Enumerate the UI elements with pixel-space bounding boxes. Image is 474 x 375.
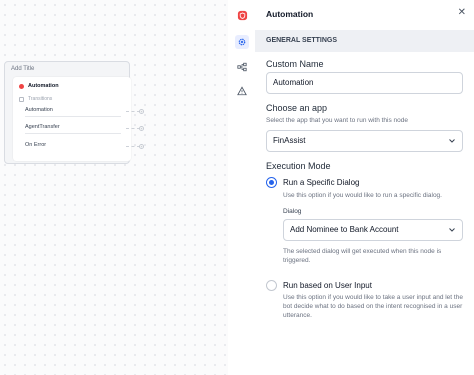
- execution-mode-label: Execution Mode: [266, 161, 331, 171]
- node-header: Automation: [19, 83, 59, 89]
- choose-app-help: Select the app that you want to run with…: [266, 117, 409, 124]
- transitions-header: Transitions: [19, 96, 52, 102]
- connector-line: [126, 128, 140, 129]
- section-header: GENERAL SETTINGS: [255, 30, 474, 52]
- dialog-help: The selected dialog will get executed wh…: [283, 248, 442, 264]
- gear-icon[interactable]: [235, 35, 249, 49]
- custom-name-input[interactable]: Automation: [266, 72, 463, 94]
- node-title[interactable]: Add Title: [11, 66, 34, 72]
- connector-line: [126, 146, 140, 147]
- connector-line: [126, 111, 140, 112]
- transitions-label: Transitions: [28, 96, 53, 102]
- dialog-select[interactable]: Add Nominee to Bank Account: [283, 219, 463, 241]
- transition-item-on-error[interactable]: On Error: [25, 142, 121, 151]
- dialog-select-value: Add Nominee to Bank Account: [290, 225, 399, 234]
- node-status-dot: [19, 83, 24, 89]
- app-select-value: FinAssist: [273, 136, 306, 145]
- dialog-label: Dialog: [283, 208, 302, 215]
- choose-app-label: Choose an app: [266, 103, 328, 113]
- option-specific-dialog-label: Run a Specific Dialog: [283, 178, 360, 187]
- flow-canvas[interactable]: Add Title Automation Transitions Automat…: [0, 0, 228, 375]
- warning-icon[interactable]: [235, 84, 249, 98]
- option-user-input[interactable]: Run based on User Input: [266, 280, 372, 291]
- chevron-down-icon: [448, 220, 456, 248]
- node-name: Automation: [28, 83, 59, 89]
- transition-item-agent-transfer[interactable]: AgentTransfer: [25, 124, 121, 134]
- automation-node[interactable]: Add Title Automation Transitions Automat…: [4, 61, 131, 164]
- panel-title: Automation: [266, 9, 314, 19]
- connector-plus-icon[interactable]: +: [139, 126, 144, 131]
- chevron-down-icon: [448, 131, 456, 159]
- radio-unselected[interactable]: [266, 280, 277, 291]
- option-user-input-help: Use this option if you would like to tak…: [283, 294, 463, 319]
- transition-item-automation[interactable]: Automation: [25, 107, 121, 117]
- connector-plus-icon[interactable]: +: [139, 109, 144, 114]
- hierarchy-icon[interactable]: [235, 60, 249, 74]
- option-specific-dialog[interactable]: Run a Specific Dialog: [266, 177, 359, 188]
- node-body: Automation Transitions Automation AgentT…: [13, 77, 131, 161]
- settings-panel: Automation ✕ GENERAL SETTINGS Custom Nam…: [255, 0, 474, 375]
- connector-plus-icon[interactable]: +: [139, 144, 144, 149]
- transitions-icon: [19, 96, 24, 102]
- app-select[interactable]: FinAssist: [266, 130, 463, 152]
- radio-selected[interactable]: [266, 177, 277, 188]
- node-toolbar: [228, 0, 255, 375]
- close-icon[interactable]: ✕: [458, 8, 466, 18]
- option-specific-dialog-help: Use this option if you would like to run…: [283, 192, 442, 199]
- custom-name-label: Custom Name: [266, 59, 324, 69]
- shield-icon[interactable]: [235, 8, 249, 22]
- option-user-input-label: Run based on User Input: [283, 281, 372, 290]
